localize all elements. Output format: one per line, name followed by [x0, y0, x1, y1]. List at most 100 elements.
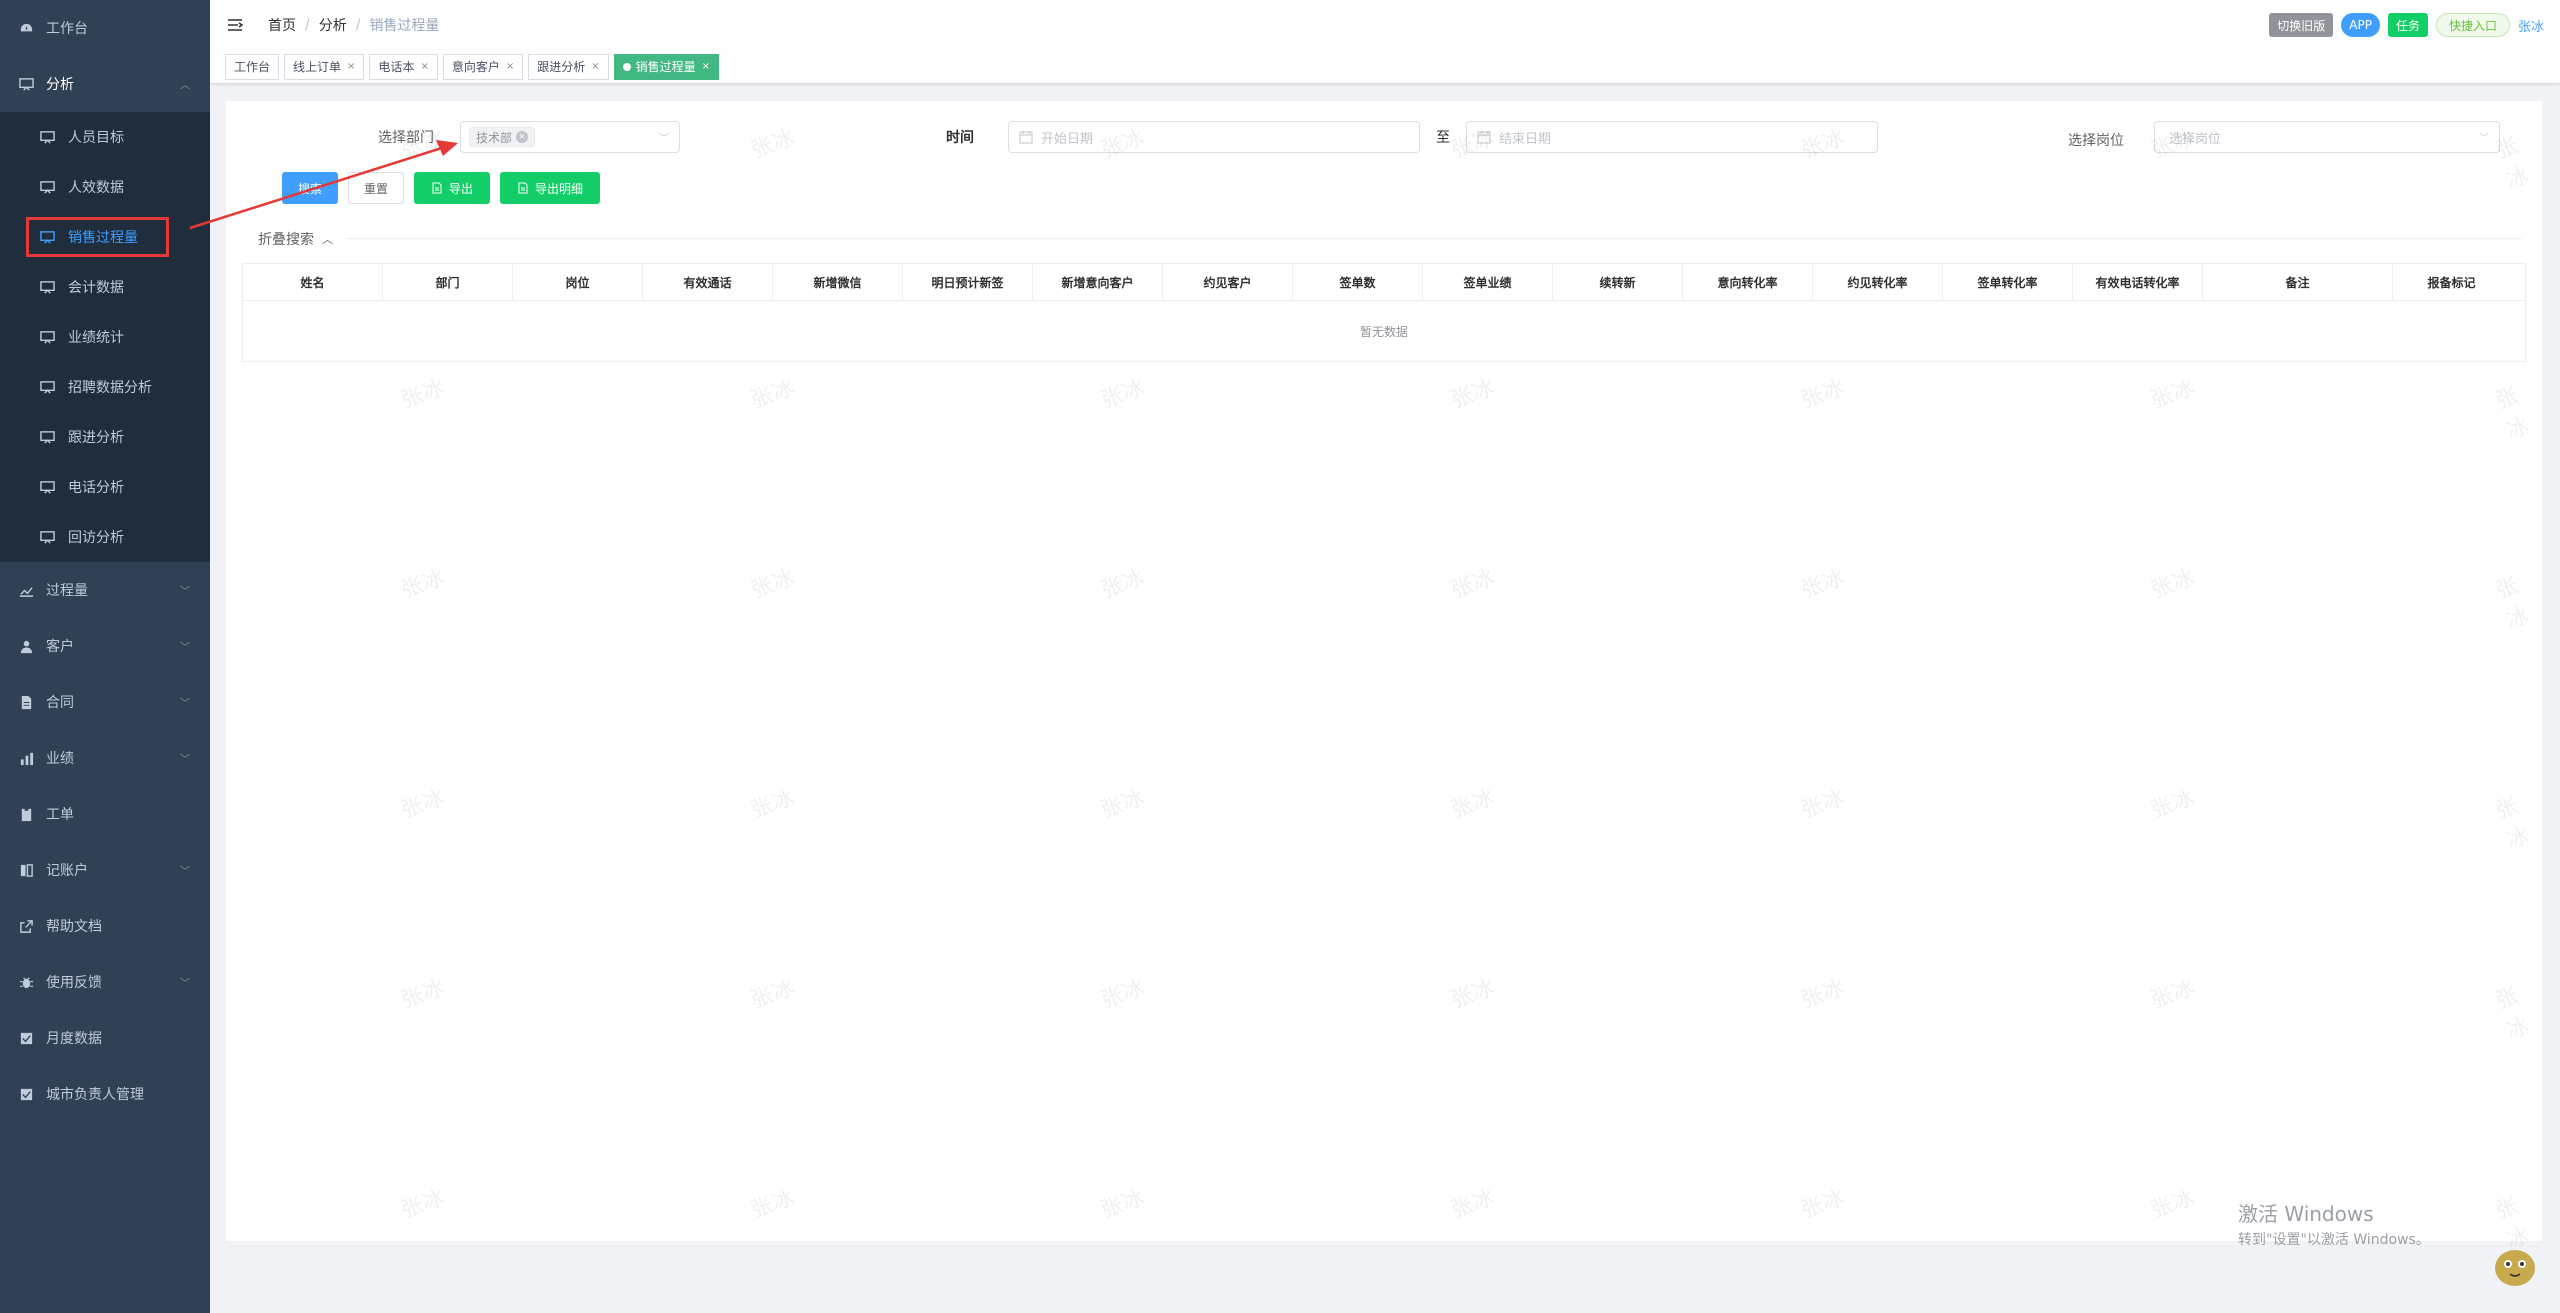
sidebar-item-label: 客户 — [46, 639, 74, 655]
table-header-cell: 有效电话转化率 — [2073, 264, 2203, 300]
watermark-text: 张冰 — [747, 1185, 798, 1224]
close-icon[interactable]: × — [702, 61, 710, 72]
sidebar-subitem-7[interactable]: 电话分析 — [0, 462, 210, 512]
sidebar-item-label: 工作台 — [46, 21, 88, 37]
checked-box-icon — [18, 1030, 34, 1046]
table-header-cell: 新增微信 — [773, 264, 903, 300]
sidebar-subitem-1[interactable]: 人效数据 — [0, 162, 210, 212]
sidebar-item-monthly[interactable]: 月度数据 — [0, 1010, 210, 1066]
sidebar-item-city-manager[interactable]: 城市负责人管理 — [0, 1066, 210, 1122]
switch-old-version-button[interactable]: 切换旧版 — [2269, 13, 2334, 37]
watermark-text: 张冰 — [1447, 975, 1498, 1014]
sidebar-item-label: 分析 — [46, 77, 74, 93]
table-header-cell: 签单转化率 — [1943, 264, 2073, 300]
export-detail-button[interactable]: 导出明细 — [500, 172, 600, 204]
watermark-text: 张冰 — [1447, 375, 1498, 414]
sidebar-item-workbench[interactable]: 工作台 — [0, 0, 210, 56]
breadcrumb-home[interactable]: 首页 — [268, 15, 296, 35]
position-select[interactable]: 选择岗位 ﹀ — [2154, 121, 2500, 153]
sidebar-subitem-3[interactable]: 会计数据 — [0, 262, 210, 312]
watermark-text: 张冰 — [2492, 573, 2533, 635]
remove-tag-icon[interactable]: × — [516, 131, 529, 143]
watermark-text: 张冰 — [397, 1185, 448, 1224]
breadcrumb: 首页 / 分析 / 销售过程量 — [268, 15, 439, 35]
export-button-label: 导出 — [448, 181, 473, 196]
checked-box-icon — [18, 1086, 34, 1102]
watermark-text: 张冰 — [2147, 375, 2198, 414]
table-header: 姓名 部门 岗位 有效通话 新增微信 明日预计新签 新增意向客户 约见客户 签单数 签单业绩 续转新… — [243, 264, 2525, 301]
tag-followup-analysis[interactable]: 跟进分析 × — [528, 53, 609, 80]
end-date-input[interactable]: 结束日期 — [1466, 121, 1878, 153]
start-date-input[interactable]: 开始日期 — [1008, 121, 1420, 153]
table-header-cell: 报备标记 — [2427, 275, 2476, 290]
sidebar-subitem-5[interactable]: 招聘数据分析 — [0, 362, 210, 412]
collapse-search-toggle[interactable]: 折叠搜索 ︿ — [258, 229, 333, 249]
sidebar-subitem-6[interactable]: 跟进分析 — [0, 412, 210, 462]
user-icon — [18, 638, 34, 654]
sidebar-item-contract[interactable]: 合同 ﹀ — [0, 674, 210, 730]
breadcrumb-separator: / — [305, 17, 310, 33]
sidebar-item-label: 月度数据 — [46, 1031, 102, 1047]
task-button[interactable]: 任务 — [2387, 13, 2428, 37]
watermark-text: 张冰 — [2147, 975, 2198, 1014]
watermark-text: 张冰 — [1097, 375, 1148, 414]
selected-dept-tag: 技术部 × — [469, 127, 536, 147]
sidebar-subitem-8[interactable]: 回访分析 — [0, 512, 210, 562]
app-button[interactable]: APP — [2341, 13, 2380, 37]
presentation-icon — [40, 429, 56, 445]
reset-button-label: 重置 — [363, 181, 388, 196]
sidebar-subitem-2[interactable]: 销售过程量 — [0, 212, 210, 262]
table-header-cell: 岗位 — [513, 264, 643, 300]
sidebar-item-feedback[interactable]: 使用反馈 ﹀ — [0, 954, 210, 1010]
sidebar-subitem-label: 业绩统计 — [68, 330, 124, 346]
sidebar-item-customer[interactable]: 客户 ﹀ — [0, 618, 210, 674]
top-navbar: 首页 / 分析 / 销售过程量 切换旧版 APP 任务 快捷入口 张冰 — [210, 0, 2560, 50]
watermark-text: 张冰 — [2492, 793, 2533, 855]
position-placeholder: 选择岗位 — [2169, 131, 2222, 147]
sidebar-subitem-4[interactable]: 业绩统计 — [0, 312, 210, 362]
chart-line-icon — [18, 582, 34, 598]
presentation-icon — [40, 129, 56, 145]
close-icon[interactable]: × — [420, 61, 428, 72]
watermark-text: 张冰 — [397, 375, 448, 414]
user-name[interactable]: 张冰 — [2518, 16, 2544, 35]
sidebar-item-performance[interactable]: 业绩 ﹀ — [0, 730, 210, 786]
dept-select[interactable]: 技术部 × ﹀ — [460, 121, 680, 153]
watermark-text: 张冰 — [747, 565, 798, 604]
breadcrumb-analysis[interactable]: 分析 — [319, 15, 347, 35]
chevron-down-icon: ﹀ — [180, 586, 190, 598]
watermark-text: 张冰 — [747, 375, 798, 414]
mascot-avatar[interactable] — [2490, 1240, 2540, 1290]
table-header-cell: 备注 — [2203, 264, 2393, 300]
sidebar-item-analysis[interactable]: 分析 ︿ — [0, 56, 210, 112]
sidebar-subitem-0[interactable]: 人员目标 — [0, 112, 210, 162]
export-button[interactable]: 导出 — [414, 172, 490, 204]
tag-intent-customers[interactable]: 意向客户 × — [442, 53, 524, 80]
watermark-text: 张冰 — [1797, 1185, 1848, 1224]
windows-activation-subtitle: 转到"设置"以激活 Windows。 — [2238, 1232, 2430, 1248]
reset-button[interactable]: 重置 — [348, 172, 404, 204]
tag-phonebook[interactable]: 电话本 × — [369, 53, 438, 80]
sidebar-item-help-docs[interactable]: 帮助文档 — [0, 898, 210, 954]
tag-workbench[interactable]: 工作台 — [225, 53, 280, 80]
breadcrumb-separator: / — [355, 17, 361, 33]
hamburger-icon[interactable] — [226, 16, 244, 34]
tag-sales-process[interactable]: 销售过程量 × — [613, 53, 720, 80]
sidebar-item-bookkeeping[interactable]: 记账户 ﹀ — [0, 842, 210, 898]
document-icon — [432, 182, 442, 194]
sidebar-subitem-label: 会计数据 — [68, 280, 124, 296]
sidebar-subitem-label: 招聘数据分析 — [68, 380, 152, 396]
chevron-down-icon: ﹀ — [2479, 133, 2489, 145]
windows-activation-watermark: 激活 Windows 转到"设置"以激活 Windows。 — [2238, 1198, 2430, 1249]
tags-view: 工作台 线上订单 × 电话本 × 意向客户 × 跟进分析 × 销售过程量 × — [210, 50, 2560, 84]
close-icon[interactable]: × — [591, 61, 599, 72]
chevron-up-icon: ︿ — [322, 233, 333, 246]
close-icon[interactable]: × — [347, 61, 355, 72]
quick-entry-button[interactable]: 快捷入口 — [2435, 13, 2510, 37]
close-icon[interactable]: × — [506, 61, 514, 72]
sidebar-item-workorder[interactable]: 工单 — [0, 786, 210, 842]
data-table: 姓名 部门 岗位 有效通话 新增微信 明日预计新签 新增意向客户 约见客户 签单数 签单业绩 续转新… — [242, 263, 2526, 362]
search-button[interactable]: 搜索 — [282, 172, 338, 204]
sidebar-item-process[interactable]: 过程量 ﹀ — [0, 562, 210, 618]
tag-online-orders[interactable]: 线上订单 × — [284, 53, 365, 80]
